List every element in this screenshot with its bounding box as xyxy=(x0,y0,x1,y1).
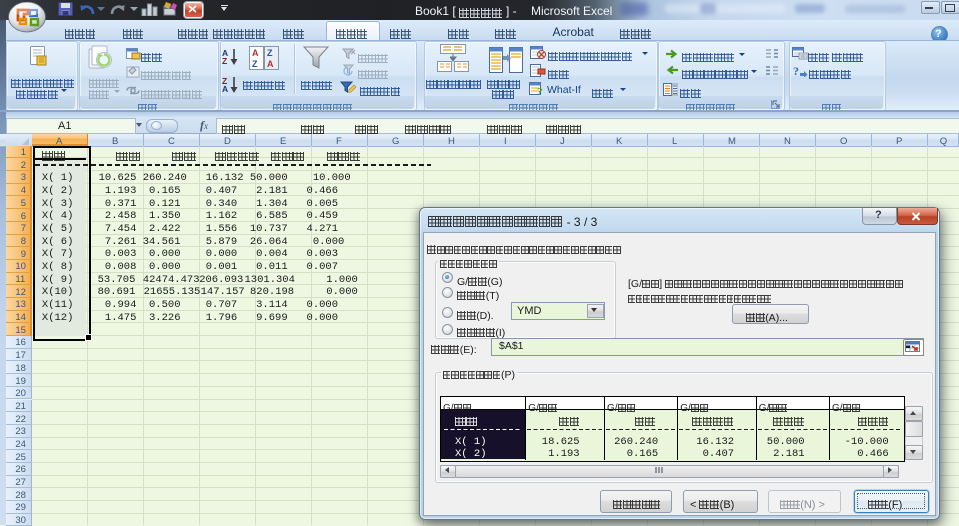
svg-text:A: A xyxy=(267,59,274,69)
svg-text:Z: Z xyxy=(267,48,273,58)
svg-text:?: ? xyxy=(793,64,799,77)
svg-text:?: ? xyxy=(537,86,543,95)
svg-text:A: A xyxy=(252,48,259,58)
svg-text:Z: Z xyxy=(252,59,258,69)
